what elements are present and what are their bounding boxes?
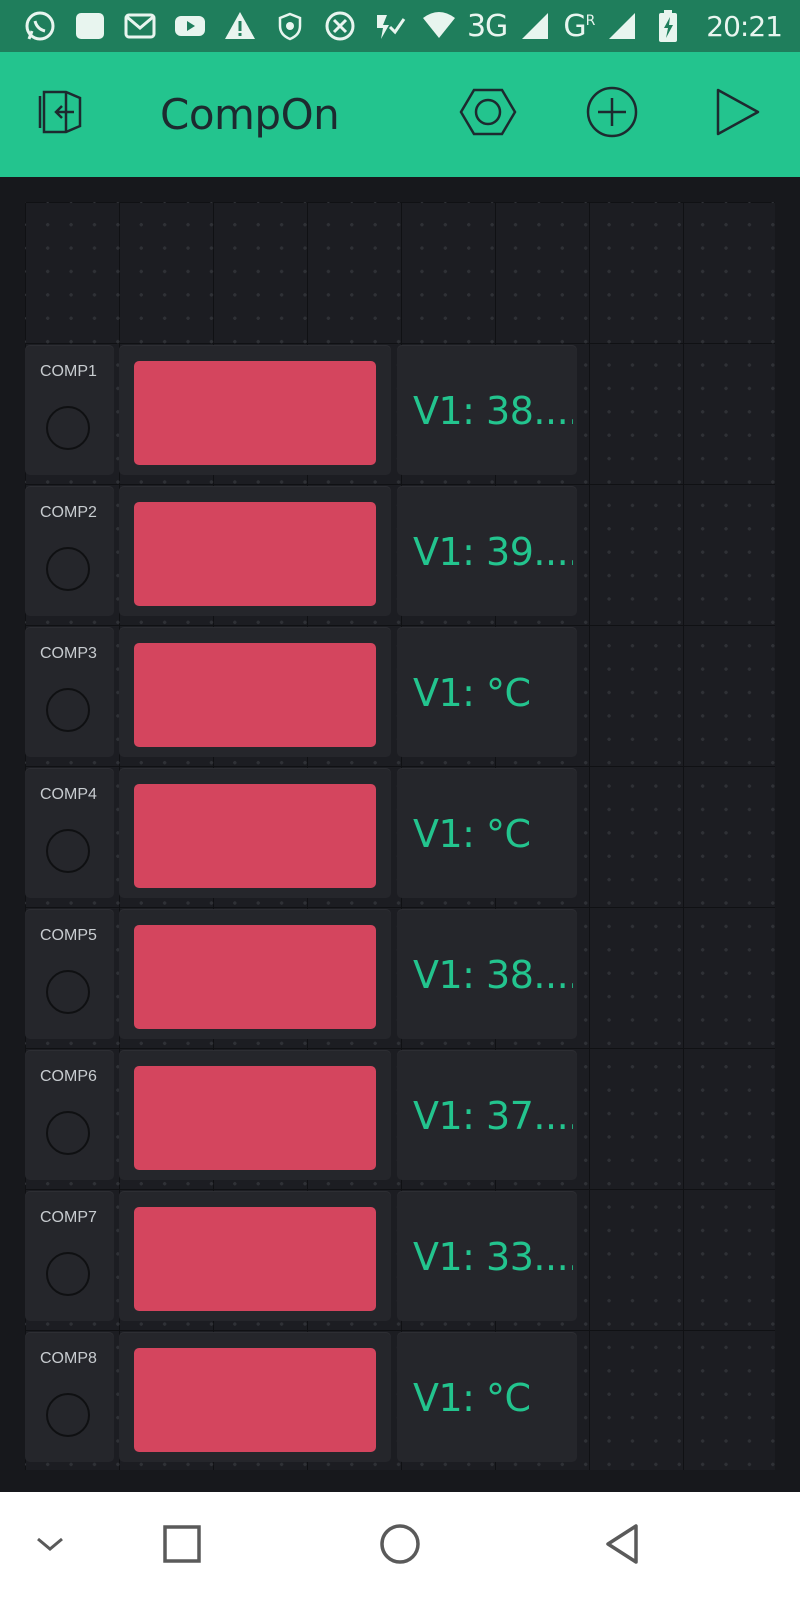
clock: 20:21 (706, 9, 783, 43)
signal2-icon (604, 8, 640, 44)
button-label: COMP7 (40, 1209, 97, 1226)
comp6-led-widget (119, 1050, 391, 1180)
comp4-button-widget[interactable]: COMP4 (25, 768, 114, 898)
system-nav-bar (0, 1492, 800, 1600)
signal-icon (517, 8, 553, 44)
chevron-down-icon (30, 1524, 70, 1568)
led-indicator (134, 502, 376, 606)
button-label: COMP3 (40, 645, 97, 662)
system-indicators: 3G GR 20:21 (421, 0, 783, 52)
exit-icon (34, 84, 90, 144)
button-label: COMP1 (40, 363, 97, 380)
comp1-led-widget (119, 345, 391, 475)
notification-icons (0, 8, 408, 44)
comp3-button-widget[interactable]: COMP3 (25, 627, 114, 757)
comp1-button-widget[interactable]: COMP1 (25, 345, 114, 475)
comp7-value-display: V1: 33.... (397, 1191, 577, 1321)
back-button[interactable] (596, 1518, 652, 1574)
button-toggle[interactable] (46, 1111, 90, 1155)
comp7-led-widget (119, 1191, 391, 1321)
value-text: V1: 37.... (413, 1094, 573, 1138)
comp2-button-widget[interactable]: COMP2 (25, 486, 114, 616)
settings-button[interactable] (456, 82, 520, 146)
button-toggle[interactable] (46, 970, 90, 1014)
button-toggle[interactable] (46, 406, 90, 450)
project-title: CompOn (160, 90, 340, 139)
value-text: V1: °C (413, 1376, 531, 1420)
task-check-icon (372, 8, 408, 44)
widget-canvas[interactable]: COMP1 V1: 38.... COMP2 V1: 39.... COMP3 … (25, 202, 775, 1470)
add-widget-button[interactable] (580, 82, 644, 146)
value-text: V1: 38.... (413, 953, 573, 997)
youtube-icon (172, 8, 208, 44)
hide-keyboard-button[interactable] (22, 1518, 78, 1574)
comp3-value-display: V1: °C (397, 627, 577, 757)
led-indicator (134, 643, 376, 747)
recents-button[interactable] (154, 1518, 210, 1574)
comp3-led-widget (119, 627, 391, 757)
led-indicator (134, 1348, 376, 1452)
comp4-led-widget (119, 768, 391, 898)
led-indicator (134, 925, 376, 1029)
led-indicator (134, 1066, 376, 1170)
gmail-icon (122, 8, 158, 44)
value-text: V1: 39.... (413, 530, 573, 574)
warning-icon (222, 8, 258, 44)
button-label: COMP4 (40, 786, 97, 803)
comp8-led-widget (119, 1332, 391, 1462)
button-toggle[interactable] (46, 688, 90, 732)
comp8-button-widget[interactable]: COMP8 (25, 1332, 114, 1462)
button-toggle[interactable] (46, 547, 90, 591)
led-indicator (134, 361, 376, 465)
led-indicator (134, 1207, 376, 1311)
value-text: V1: °C (413, 671, 531, 715)
button-label: COMP2 (40, 504, 97, 521)
value-text: V1: 33.... (413, 1235, 573, 1279)
hexagon-nut-icon (458, 82, 518, 146)
led-indicator (134, 784, 376, 888)
status-bar: 3G GR 20:21 (0, 0, 800, 52)
wifi-icon (421, 8, 457, 44)
button-toggle[interactable] (46, 1393, 90, 1437)
app-icon (72, 8, 108, 44)
button-label: COMP8 (40, 1350, 97, 1367)
comp1-value-display: V1: 38.... (397, 345, 577, 475)
whatsapp-icon (22, 8, 58, 44)
comp5-button-widget[interactable]: COMP5 (25, 909, 114, 1039)
circle-icon (377, 1521, 423, 1571)
cancel-circle-icon (322, 8, 358, 44)
comp6-value-display: V1: 37.... (397, 1050, 577, 1180)
comp2-led-widget (119, 486, 391, 616)
comp7-button-widget[interactable]: COMP7 (25, 1191, 114, 1321)
value-text: V1: 38.... (413, 389, 573, 433)
home-button[interactable] (372, 1518, 428, 1574)
network-type-label: 3G (466, 8, 508, 44)
back-triangle-icon (602, 1522, 646, 1570)
network2-type-label: GR (563, 8, 595, 44)
exit-project-button[interactable] (30, 82, 94, 146)
square-icon (160, 1522, 204, 1570)
play-icon (708, 84, 764, 144)
button-label: COMP5 (40, 927, 97, 944)
button-toggle[interactable] (46, 829, 90, 873)
comp6-button-widget[interactable]: COMP6 (25, 1050, 114, 1180)
comp2-value-display: V1: 39.... (397, 486, 577, 616)
app-toolbar: CompOn (0, 52, 800, 177)
play-button[interactable] (704, 82, 768, 146)
comp8-value-display: V1: °C (397, 1332, 577, 1462)
shield-icon (272, 8, 308, 44)
button-toggle[interactable] (46, 1252, 90, 1296)
comp5-led-widget (119, 909, 391, 1039)
battery-charging-icon (650, 8, 686, 44)
value-text: V1: °C (413, 812, 531, 856)
add-circle-icon (584, 84, 640, 144)
button-label: COMP6 (40, 1068, 97, 1085)
comp5-value-display: V1: 38.... (397, 909, 577, 1039)
comp4-value-display: V1: °C (397, 768, 577, 898)
